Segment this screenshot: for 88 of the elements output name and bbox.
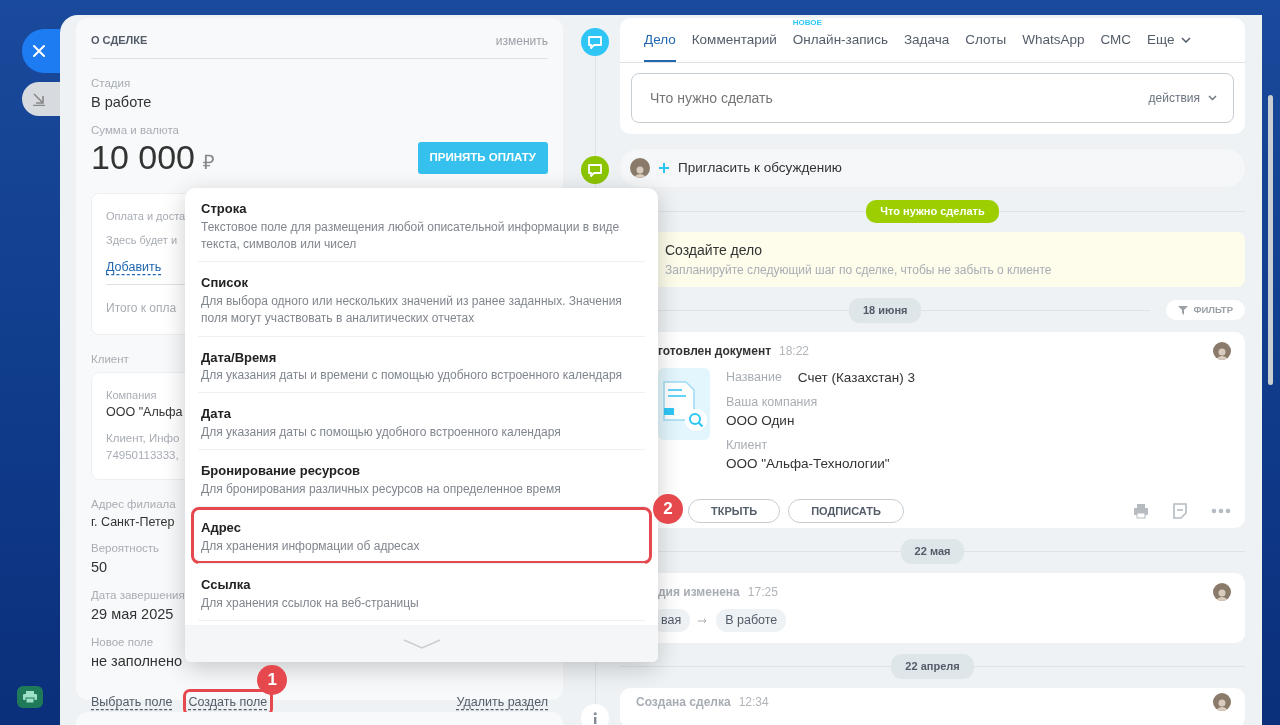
currency-sign: ₽ — [203, 149, 215, 175]
company-name[interactable]: ООО "Альфа — [106, 403, 183, 423]
avatar — [630, 158, 650, 179]
avatar — [1213, 583, 1231, 602]
field-label: Сумма и валюта — [91, 123, 180, 138]
filter-icon — [1178, 305, 1189, 316]
event-title: готовлен документ — [658, 343, 771, 361]
avatar — [1213, 342, 1231, 361]
field-value: ООО Один — [726, 412, 796, 431]
task-input[interactable]: Что нужно сделать действия — [631, 73, 1234, 124]
menu-item[interactable]: Список Для выбора одного или нескольких значений из ранее заданных. Значения поля могут участвовать в аналитических отчетах — [191, 262, 652, 337]
document-button[interactable]: ПОДПИСАТЬ — [788, 498, 904, 523]
field-value: г. Санкт-Петер — [91, 514, 175, 532]
document-button[interactable]: ТКРЫТЬ — [688, 498, 781, 523]
date-label: 18 июня — [848, 298, 922, 323]
tab[interactable]: Еще — [1147, 18, 1192, 63]
invite-bar[interactable]: Пригласить к обсуждению — [620, 149, 1245, 188]
placeholder-text: Здесь будет и — [106, 233, 178, 249]
field-value: не заполнено — [91, 652, 182, 672]
field-label: Новое поле — [91, 634, 154, 650]
invite-text[interactable]: Пригласить к обсуждению — [678, 158, 842, 179]
todo-text: Запланируйте следующий шаг по сделке, чтобы не забыть о клиенте — [665, 262, 1053, 280]
field-label: Компания — [106, 387, 157, 403]
arrow-right-icon — [698, 617, 709, 624]
menu-item[interactable]: Строка Текстовое поле для размещения любой описательной информации в виде текста, символов или чисел — [191, 188, 652, 263]
tab[interactable]: Дело — [644, 18, 676, 63]
event-time: 18:22 — [779, 343, 810, 361]
printer-icon[interactable] — [1133, 502, 1149, 519]
total-label: Итого к опла — [106, 300, 177, 318]
section-title: О СДЕЛКЕ — [91, 33, 148, 48]
date-label: 22 апреля — [891, 654, 974, 679]
field-label: Клиент — [91, 351, 129, 367]
event-title: Создана сделка — [636, 694, 731, 712]
field-label: Название — [726, 369, 782, 387]
tab[interactable]: Комментарий — [691, 18, 777, 63]
field-label: Вероятность — [91, 540, 160, 556]
menu-item[interactable]: Ссылка Для хранения ссылок на веб-страницы — [191, 564, 652, 621]
field-label: Клиент — [726, 436, 769, 454]
action-link[interactable]: Удалить раздел — [450, 688, 554, 716]
plus-icon — [658, 162, 670, 175]
field-value: Счет (Казахстан) 3 — [797, 369, 915, 388]
action-link[interactable]: Выбрать поле — [85, 688, 179, 716]
menu-item[interactable]: Дата/Время Для указания даты и времени с помощью удобного встроенного календаря — [191, 336, 652, 394]
date-label: 22 мая — [900, 539, 965, 564]
actions-dropdown[interactable]: действия — [1148, 89, 1217, 108]
contact-text: Клиент, Инфо — [106, 431, 180, 447]
event-time: 17:25 — [747, 584, 778, 602]
field-label: Дата завершения — [91, 587, 185, 603]
phone-text: 74950113333, — [106, 448, 179, 464]
printer-icon — [23, 691, 37, 703]
field-label: Стадия — [91, 76, 132, 91]
section-label: Что нужно сделать — [866, 200, 999, 223]
event-time: 12:34 — [738, 694, 769, 712]
field-label: Оплата и доста — [106, 208, 186, 224]
arrow-down-right-icon — [32, 92, 46, 106]
field-value: 50 — [91, 558, 108, 578]
scrollbar[interactable] — [1268, 95, 1273, 385]
note-icon[interactable] — [1173, 502, 1187, 519]
field-label: Ваша компания — [726, 393, 819, 411]
printer-button[interactable] — [17, 686, 43, 708]
menu-item[interactable]: Адрес Для хранения информации об адресах — [191, 507, 652, 565]
chat-icon — [588, 163, 602, 177]
amount-value: 10 000 — [91, 139, 195, 177]
chevron-down-icon — [1208, 95, 1217, 102]
field-value: 29 мая 2025 — [91, 605, 174, 625]
field-value: ООО "Альфа-Технологии" — [726, 455, 891, 474]
tab[interactable]: СМС — [1100, 18, 1131, 63]
chat-icon — [588, 35, 602, 49]
add-link[interactable]: Добавить — [106, 259, 162, 274]
menu-item[interactable]: Дата Для указания даты с помощью удобного встроенного календаря — [191, 393, 652, 451]
chevron-down-icon[interactable] — [401, 637, 442, 650]
more-icon[interactable] — [1211, 507, 1231, 514]
minimize-button[interactable] — [22, 82, 60, 116]
field-label: Адрес филиала — [91, 496, 176, 512]
event-title: дия изменена — [658, 584, 740, 602]
close-button[interactable] — [22, 29, 60, 73]
field-value: В работе — [91, 93, 153, 113]
stage-chip: В работе — [716, 609, 787, 632]
tab[interactable]: WhatsApp — [1022, 18, 1085, 63]
new-label: НОВОЕ — [792, 17, 822, 29]
avatar — [1213, 693, 1231, 712]
tab[interactable]: Слоты — [965, 18, 1007, 63]
tab[interactable]: НОВОЕ Онлайн-запись — [792, 18, 888, 63]
tab[interactable]: Задача — [903, 18, 950, 63]
menu-item[interactable]: Бронирование ресурсов Для бронирования различных ресурсов на определенное время — [191, 450, 652, 508]
close-icon — [32, 44, 46, 58]
todo-title: Создайте дело — [665, 241, 764, 261]
chevron-down-icon — [1181, 37, 1192, 44]
